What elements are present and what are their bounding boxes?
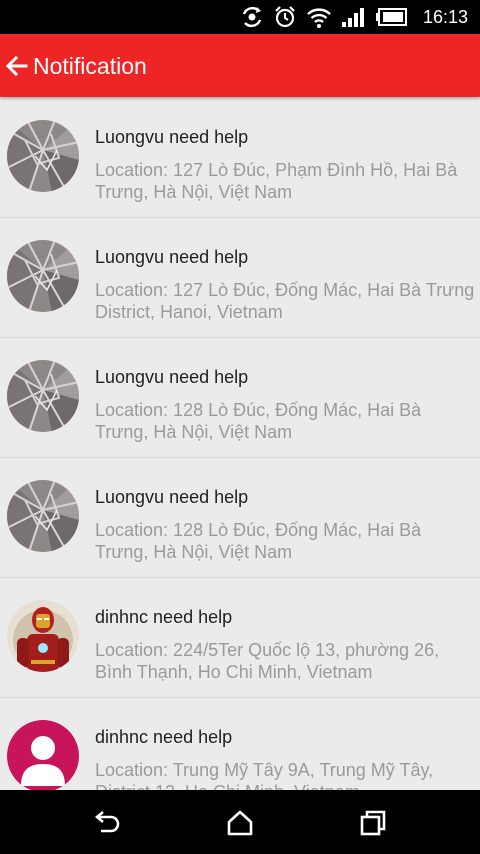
recents-nav-button[interactable] bbox=[357, 807, 389, 839]
status-bar: 16:13 bbox=[0, 0, 480, 34]
page-title: Notification bbox=[33, 53, 147, 79]
list-item[interactable]: Luongvu need help Location: 128 Lò Đúc, … bbox=[0, 338, 480, 458]
list-item[interactable]: Luongvu need help Location: 127 Lò Đúc, … bbox=[0, 218, 480, 338]
back-nav-icon bbox=[94, 811, 120, 833]
back-button[interactable] bbox=[4, 51, 30, 81]
avatar bbox=[7, 360, 79, 432]
avatar bbox=[7, 480, 79, 552]
arrow-left-icon bbox=[5, 55, 28, 77]
sync-icon bbox=[240, 5, 264, 29]
notification-title: Luongvu need help bbox=[95, 127, 249, 147]
home-nav-button[interactable] bbox=[224, 807, 256, 839]
signal-icon bbox=[341, 6, 367, 28]
list-item[interactable]: dinhnc need help Location: Trung Mỹ Tây … bbox=[0, 698, 480, 790]
avatar bbox=[7, 120, 79, 192]
back-nav-button[interactable] bbox=[91, 807, 123, 839]
notification-title: dinhnc need help bbox=[95, 607, 233, 627]
notification-location: Location: Trung Mỹ Tây 9A, Trung Mỹ Tây,… bbox=[95, 760, 434, 790]
alarm-icon bbox=[273, 5, 297, 29]
shattered-glass-icon bbox=[7, 480, 79, 552]
notification-list[interactable]: Luongvu need help Location: 127 Lò Đúc, … bbox=[0, 98, 480, 790]
shattered-glass-icon bbox=[7, 240, 79, 312]
list-item[interactable]: Luongvu need help Location: 127 Lò Đúc, … bbox=[0, 98, 480, 218]
navigation-bar bbox=[0, 790, 480, 854]
shattered-glass-icon bbox=[7, 120, 79, 192]
notification-location: Location: 127 Lò Đúc, Đống Mác, Hai Bà T… bbox=[95, 280, 475, 322]
notification-location: Location: 128 Lò Đúc, Đống Mác, Hai Bà T… bbox=[95, 400, 422, 442]
notification-location: Location: 224/5Ter Quốc lộ 13, phường 26… bbox=[95, 640, 440, 682]
wifi-icon bbox=[306, 5, 332, 29]
notification-title: Luongvu need help bbox=[95, 487, 249, 507]
notification-location: Location: 127 Lò Đúc, Phạm Đình Hồ, Hai … bbox=[95, 160, 458, 202]
notification-location: Location: 128 Lò Đúc, Đống Mác, Hai Bà T… bbox=[95, 520, 422, 562]
list-item[interactable]: Luongvu need help Location: 128 Lò Đúc, … bbox=[0, 458, 480, 578]
clock: 16:13 bbox=[422, 6, 468, 27]
app-bar: Notification bbox=[0, 34, 480, 97]
iron-man-icon bbox=[7, 600, 79, 672]
avatar bbox=[7, 240, 79, 312]
status-icons: 16:13 bbox=[240, 4, 468, 30]
recents-nav-icon bbox=[360, 810, 386, 836]
avatar bbox=[7, 600, 79, 672]
shattered-glass-icon bbox=[7, 360, 79, 432]
battery-icon bbox=[375, 8, 408, 26]
notification-title: dinhnc need help bbox=[95, 727, 233, 747]
list-item[interactable]: dinhnc need help Location: 224/5Ter Quốc… bbox=[0, 578, 480, 698]
notification-title: Luongvu need help bbox=[95, 247, 249, 267]
notification-title: Luongvu need help bbox=[95, 367, 249, 387]
home-nav-icon bbox=[227, 810, 253, 836]
person-icon bbox=[7, 720, 79, 790]
avatar bbox=[7, 720, 79, 790]
